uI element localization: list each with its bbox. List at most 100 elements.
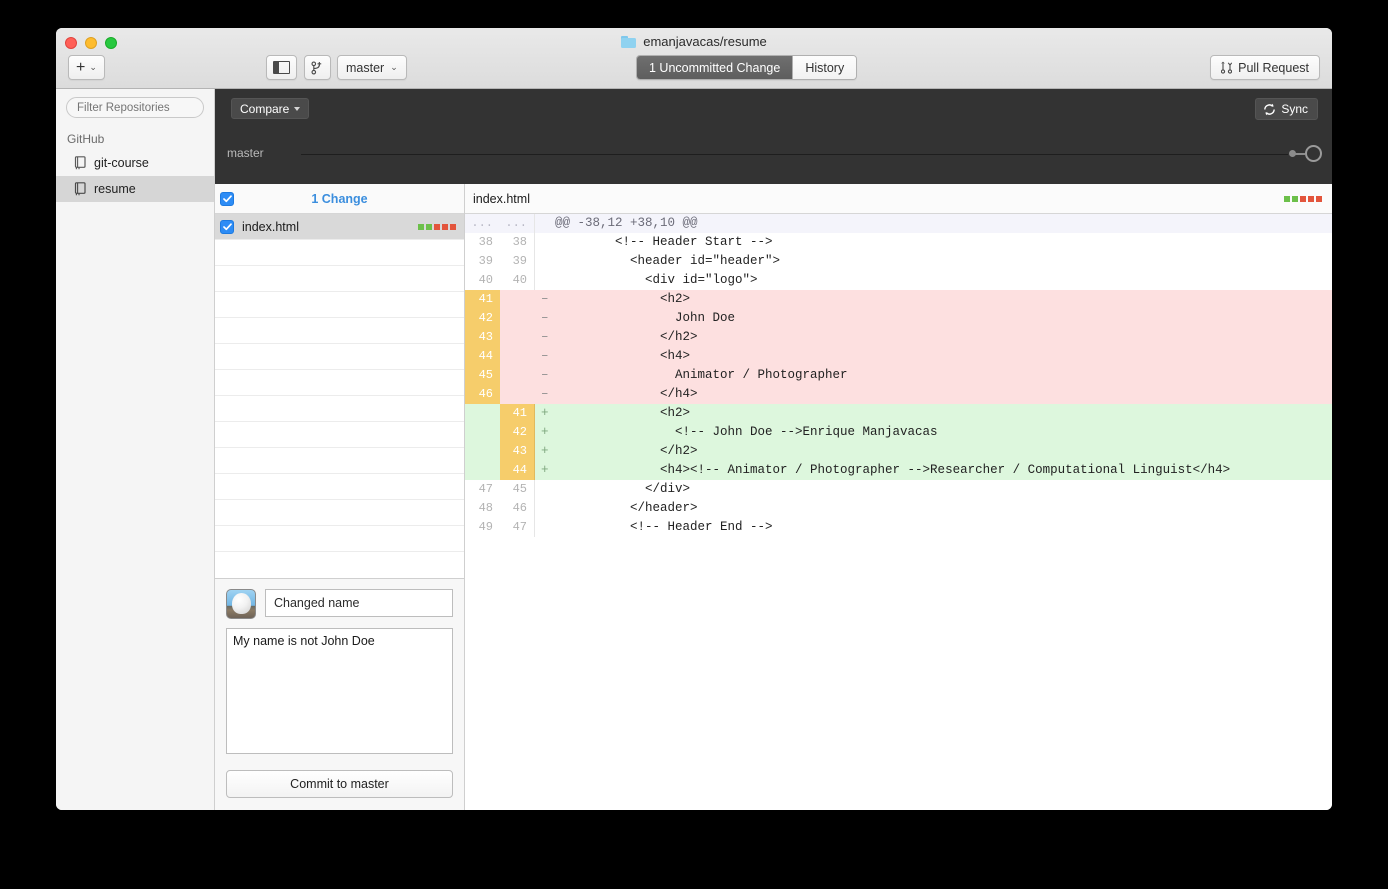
chevron-down-icon: ⌄ (390, 62, 398, 72)
select-all-checkbox[interactable] (220, 191, 234, 206)
plus-icon: + (76, 58, 86, 76)
diff-line-marker: – (541, 387, 549, 401)
diff-old-line-number: 44 (465, 347, 500, 366)
diff-old-line-number: 46 (465, 385, 500, 404)
window-controls (65, 37, 117, 49)
diff-line-marker: + (541, 463, 549, 477)
diff-line-ctx: 49 47 <!-- Header End --> (465, 518, 1332, 537)
diff-new-line-number: 39 (500, 252, 535, 271)
table-row[interactable]: index.html (215, 214, 464, 240)
diff-new-line-number: 47 (500, 518, 535, 537)
window-title-group: emanjavacas/resume (56, 34, 1332, 49)
pull-request-button[interactable]: Pull Request (1210, 55, 1320, 80)
timeline-head-node[interactable] (1305, 145, 1322, 162)
filter-repositories-input[interactable] (66, 97, 204, 118)
sidebar-item-resume[interactable]: resume (56, 176, 214, 202)
empty-row (215, 526, 464, 552)
tab-uncommitted-changes[interactable]: 1 Uncommitted Change (637, 56, 793, 79)
diff-line-marker: – (541, 311, 549, 325)
diff-line-ctx: 39 39 <header id="header"> (465, 252, 1332, 271)
empty-row (215, 318, 464, 344)
sidebar-item-git-course[interactable]: git-course (56, 150, 214, 176)
diff-old-line-number: 43 (465, 328, 500, 347)
diff-line-code: <h2> (555, 292, 691, 306)
diff-line-del: 42 – John Doe (465, 309, 1332, 328)
diff-line-code: </header> (555, 501, 698, 515)
diff-line-code: John Doe (555, 311, 736, 325)
diff-content[interactable]: ...... @@ -38,12 +38,10 @@ 38 38 <!-- Heade… (465, 214, 1332, 810)
diff-line-del: 43 – </h2> (465, 328, 1332, 347)
page-title: emanjavacas/resume (643, 34, 767, 49)
diff-line-ctx: 40 40 <div id="logo"> (465, 271, 1332, 290)
minimize-button[interactable] (85, 37, 97, 49)
diff-old-line-number: 39 (478, 254, 493, 268)
changes-panel: 1 Change index.html Changed name My name… (215, 184, 465, 810)
repo-icon (74, 182, 86, 196)
commit-form: My name is not John Doe Commit to master (215, 578, 464, 810)
file-name-label: index.html (242, 219, 299, 234)
maximize-button[interactable] (105, 37, 117, 49)
pull-request-label: Pull Request (1238, 60, 1309, 75)
empty-row (215, 396, 464, 422)
close-button[interactable] (65, 37, 77, 49)
diff-new-line-number: 40 (500, 271, 535, 290)
changes-header: 1 Change (215, 184, 464, 214)
toggle-sidebar-button[interactable] (266, 55, 297, 80)
compare-button[interactable]: Compare (231, 98, 310, 119)
toolbar: + ⌄ master ⌄ 1 Uncommitted Change Histor… (56, 54, 1332, 88)
sidebar-item-label: resume (94, 182, 136, 196)
sync-label: Sync (1281, 102, 1308, 116)
caret-down-icon (294, 106, 301, 111)
diff-file-tabbar: index.html (465, 184, 1332, 214)
diff-line-code: <header id="header"> (555, 254, 781, 268)
commit-summary-input[interactable] (265, 589, 453, 617)
diff-old-line-number: 45 (465, 366, 500, 385)
content-split: 1 Change index.html Changed name My name… (215, 184, 1332, 810)
window-body: GitHub git-course resume (56, 89, 1332, 810)
diff-line-hunk: ...... @@ -38,12 +38,10 @@ (465, 214, 1332, 233)
timeline-branch-label: master (227, 146, 264, 160)
avatar (226, 589, 256, 619)
diff-old-line-number: 47 (478, 482, 493, 496)
diff-new-line-number: 38 (500, 233, 535, 252)
filter-wrapper (56, 89, 214, 124)
new-branch-button[interactable] (304, 55, 331, 80)
tab-history[interactable]: History (793, 56, 857, 79)
branch-toolbar: Compare Sync master (215, 89, 1332, 184)
sidebar-toggle-icon (273, 61, 290, 74)
diff-line-ctx: 38 38 <!-- Header Start --> (465, 233, 1332, 252)
diff-line-code: <div id="logo"> (555, 273, 758, 287)
avatar-image (232, 593, 251, 614)
diff-old-line-number: 41 (465, 290, 500, 309)
file-checkbox[interactable] (220, 219, 234, 234)
changes-count-label: 1 Change (311, 191, 368, 206)
diff-new-line-number: ... (500, 214, 535, 233)
diff-new-line-number: 43 (500, 442, 535, 461)
diff-line-marker: + (541, 406, 549, 420)
sync-button[interactable]: Sync (1255, 98, 1318, 120)
diff-panel: index.html ...... @@ -38,12 +38,10 @@ 38 38… (465, 184, 1332, 810)
branch-selector-button[interactable]: master ⌄ (337, 55, 407, 80)
diff-line-add: 41 + <h2> (465, 404, 1332, 423)
desktop-background: emanjavacas/resume + ⌄ master ⌄ 1 Uncomm… (0, 0, 1388, 889)
diff-new-line-number: 41 (500, 404, 535, 423)
commit-description-input[interactable]: My name is not John Doe (226, 628, 453, 754)
diff-line-code: </h4> (555, 387, 698, 401)
diff-line-add: 42 + <!-- John Doe -->Enrique Manjavacas (465, 423, 1332, 442)
diff-line-code: @@ -38,12 +38,10 @@ (555, 216, 698, 230)
changed-files-list: index.html (215, 214, 464, 578)
diff-stat-blocks (418, 223, 456, 230)
repository-sidebar: GitHub git-course resume (56, 89, 215, 810)
sync-icon (1264, 103, 1276, 115)
add-repository-button[interactable]: + ⌄ (68, 55, 105, 80)
commit-to-master-button[interactable]: Commit to master (226, 770, 453, 798)
diff-line-code: </h2> (555, 330, 698, 344)
window-titlebar: emanjavacas/resume + ⌄ master ⌄ 1 Uncomm… (56, 28, 1332, 89)
diff-old-line-number: 49 (478, 520, 493, 534)
diff-line-ctx: 47 45 </div> (465, 480, 1332, 499)
diff-new-line-number: 46 (500, 499, 535, 518)
diff-old-line-number: 38 (478, 235, 493, 249)
view-tabs: 1 Uncommitted Change History (636, 55, 858, 80)
diff-line-del: 44 – <h4> (465, 347, 1332, 366)
diff-old-line-number: 40 (478, 273, 493, 287)
